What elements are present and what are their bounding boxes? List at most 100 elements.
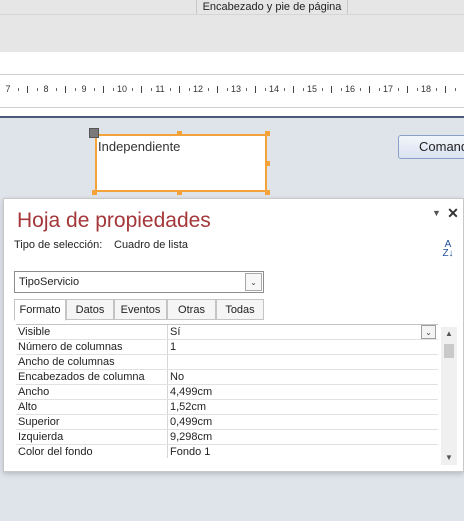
ruler-number: 13 <box>230 84 242 94</box>
ruler-tick <box>398 88 399 91</box>
move-handle[interactable] <box>89 128 99 138</box>
property-row[interactable]: Alto 1,52cm <box>16 400 438 415</box>
ruler-tick <box>217 86 218 93</box>
tab-eventos[interactable]: Eventos <box>114 299 167 320</box>
property-value[interactable]: 1,52cm <box>170 401 206 413</box>
property-label: Ancho de columnas <box>18 356 115 368</box>
command-button[interactable]: Comando <box>398 135 464 159</box>
ruler-tick <box>284 88 285 91</box>
property-value[interactable]: Fondo 1 <box>170 446 210 458</box>
property-label: Alto <box>18 401 37 413</box>
listbox-label: Independiente <box>98 139 181 154</box>
ruler-number: 14 <box>268 84 280 94</box>
property-value[interactable]: Sí <box>170 326 180 338</box>
ruler-number: 9 <box>81 84 87 94</box>
ruler-number: 16 <box>344 84 356 94</box>
ruler-tick <box>360 88 361 91</box>
chevron-down-icon[interactable]: ⌄ <box>245 273 262 291</box>
ruler-number: 11 <box>155 84 165 94</box>
ruler-tick <box>341 88 342 91</box>
ruler-number: 15 <box>306 84 318 94</box>
ruler-tick <box>65 86 66 93</box>
scroll-thumb[interactable] <box>444 344 454 358</box>
ruler-tick <box>379 88 380 91</box>
property-row[interactable]: Color del fondo Fondo 1 <box>16 445 438 458</box>
section-divider <box>0 116 464 118</box>
property-value[interactable]: 4,499cm <box>170 386 212 398</box>
ruler-tick <box>75 88 76 91</box>
resize-handle[interactable] <box>265 190 270 195</box>
property-row[interactable]: Encabezados de columna No <box>16 370 438 385</box>
ruler-tick <box>170 88 171 91</box>
ruler-tick <box>322 88 323 91</box>
property-value[interactable]: 1 <box>170 341 176 353</box>
ruler-tick <box>265 88 266 91</box>
property-label: Número de columnas <box>18 341 123 353</box>
chevron-down-icon[interactable]: ⌄ <box>421 325 436 339</box>
ruler-tick <box>18 88 19 91</box>
ruler-tick <box>56 88 57 91</box>
property-label: Izquierda <box>18 431 64 443</box>
property-row[interactable]: Izquierda 9,298cm <box>16 430 438 445</box>
close-icon[interactable]: ✕ <box>446 206 460 220</box>
ruler-tick <box>151 88 152 91</box>
selection-type-value: Cuadro de lista <box>114 239 188 251</box>
resize-handle[interactable] <box>265 161 270 166</box>
ruler-tick <box>303 88 304 91</box>
ruler-number: 8 <box>43 84 49 94</box>
property-label: Encabezados de columna <box>18 371 145 383</box>
ruler-tick <box>369 86 370 93</box>
ruler-number: 18 <box>420 84 432 94</box>
resize-handle[interactable] <box>265 131 270 136</box>
horizontal-ruler[interactable]: 7 8 9 10 11 12 13 14 15 16 17 18 <box>0 74 464 108</box>
tab-formato[interactable]: Formato <box>14 299 66 321</box>
ruler-tick <box>407 86 408 93</box>
ruler-tick <box>455 88 456 91</box>
ruler-tick <box>27 86 28 93</box>
resize-handle[interactable] <box>177 190 182 195</box>
ruler-tick <box>227 88 228 91</box>
ruler-number: 17 <box>382 84 394 94</box>
ruler-tick <box>255 86 256 93</box>
property-row[interactable]: Ancho 4,499cm <box>16 385 438 400</box>
ruler-tick <box>113 88 114 91</box>
ruler-tick <box>445 86 446 93</box>
resize-handle[interactable] <box>177 131 182 136</box>
property-label: Color del fondo <box>18 446 93 458</box>
sort-az-icon[interactable]: A Z↓ <box>440 240 456 260</box>
ruler-area: 7 8 9 10 11 12 13 14 15 16 17 18 <box>0 52 464 116</box>
tab-datos[interactable]: Datos <box>66 299 114 320</box>
resize-handle[interactable] <box>92 190 97 195</box>
property-row[interactable]: Visible Sí ⌄ <box>16 325 438 340</box>
property-row[interactable]: Superior 0,499cm <box>16 415 438 430</box>
property-sheet-title: Hoja de propiedades <box>17 209 211 232</box>
listbox-control[interactable]: Independiente <box>95 134 267 192</box>
panel-options-icon[interactable]: ▼ <box>431 208 442 219</box>
tab-otras[interactable]: Otras <box>167 299 216 320</box>
selection-type-label: Tipo de selección: <box>14 239 103 251</box>
property-row[interactable]: Número de columnas 1 <box>16 340 438 355</box>
tab-todas[interactable]: Todas <box>216 299 264 320</box>
object-selector[interactable]: TipoServicio ⌄ <box>14 271 264 293</box>
ruler-tick <box>179 86 180 93</box>
property-label: Visible <box>18 326 51 338</box>
property-label: Superior <box>18 416 60 428</box>
ruler-tick <box>37 88 38 91</box>
property-value[interactable]: 0,499cm <box>170 416 212 428</box>
ruler-tick <box>293 86 294 93</box>
ruler-tick <box>331 86 332 93</box>
ruler-tick <box>436 88 437 91</box>
ruler-tick <box>189 88 190 91</box>
ruler-number: 7 <box>5 84 11 94</box>
property-value[interactable]: 9,298cm <box>170 431 212 443</box>
ruler-tick <box>208 88 209 91</box>
ribbon-group-label: Encabezado y pie de página <box>202 1 342 13</box>
ruler-number: 12 <box>192 84 204 94</box>
scroll-up-icon[interactable]: ▲ <box>441 327 457 341</box>
scroll-down-icon[interactable]: ▼ <box>441 451 457 465</box>
ruler-tick <box>141 86 142 93</box>
property-row[interactable]: Ancho de columnas <box>16 355 438 370</box>
vertical-scrollbar[interactable]: ▲ ▼ <box>441 327 457 465</box>
property-value[interactable]: No <box>170 371 184 383</box>
ruler-tick <box>94 88 95 91</box>
